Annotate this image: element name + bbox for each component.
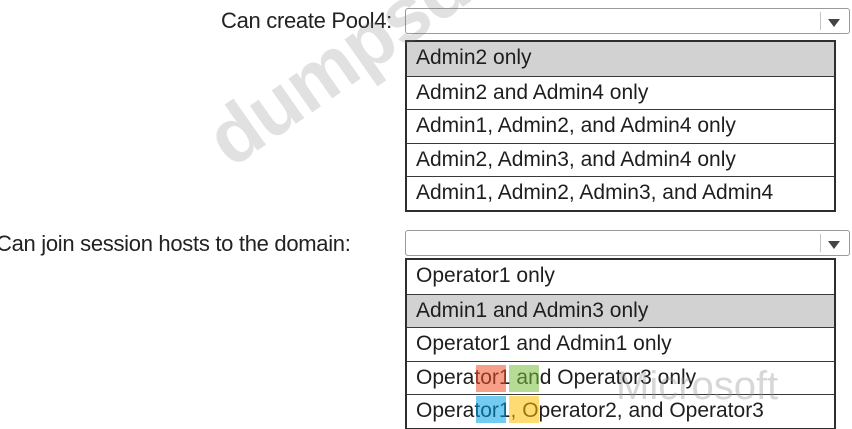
pool4-option[interactable]: Admin1, Admin2, and Admin4 only <box>407 109 834 143</box>
chevron-down-icon[interactable] <box>828 19 840 27</box>
join-domain-option[interactable]: Operator1 and Operator3 only <box>407 360 834 395</box>
dropdown-divider <box>820 12 821 30</box>
chevron-down-icon[interactable] <box>828 241 840 249</box>
pool4-option[interactable]: Admin1, Admin2, Admin3, and Admin4 <box>407 176 834 210</box>
join-domain-option[interactable]: Operator1 only <box>407 260 834 294</box>
question-label-pool4: Can create Pool4: <box>220 8 392 33</box>
pool4-option[interactable]: Admin2 and Admin4 only <box>407 75 834 110</box>
join-domain-option[interactable]: Admin1 and Admin3 only <box>407 293 834 328</box>
join-domain-options-list: Operator1 only Admin1 and Admin3 only Op… <box>405 258 836 429</box>
join-domain-option[interactable]: Operator1 and Admin1 only <box>407 327 834 361</box>
question-label-join-domain: Can join session hosts to the domain: <box>0 231 351 256</box>
join-domain-dropdown[interactable] <box>405 230 850 256</box>
pool4-option[interactable]: Admin2 only <box>407 42 834 76</box>
exam-dropdown-panel: Can create Pool4: Admin2 only Admin2 and… <box>0 0 852 429</box>
pool4-option[interactable]: Admin2, Admin3, and Admin4 only <box>407 142 834 177</box>
pool4-options-list: Admin2 only Admin2 and Admin4 only Admin… <box>405 40 836 212</box>
dropdown-divider <box>820 234 821 252</box>
join-domain-option[interactable]: Operator1, Operator2, and Operator3 <box>407 394 834 428</box>
pool4-dropdown[interactable] <box>405 8 850 34</box>
